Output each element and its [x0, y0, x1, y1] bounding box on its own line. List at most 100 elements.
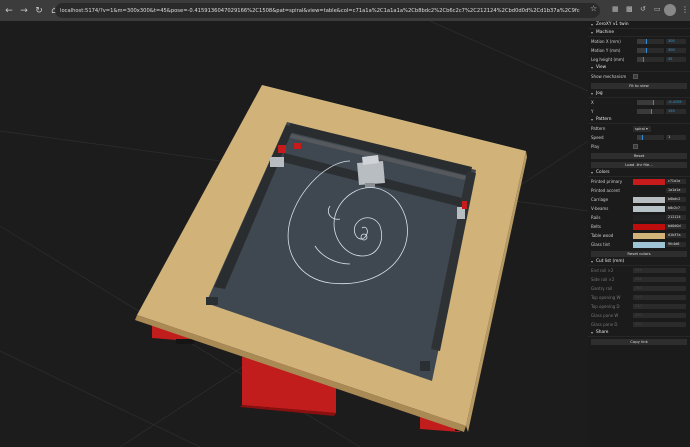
color-row: Printed accent 1a1a1a: [588, 186, 690, 195]
color-hex-input[interactable]: bd0d0d: [666, 224, 686, 229]
cutlist-label: Top opening W: [591, 295, 621, 300]
slider-row: Y 150: [588, 107, 690, 116]
slider-thumb[interactable]: [645, 39, 647, 44]
section-cutlist[interactable]: ▾ Cut list (mm): [588, 258, 690, 266]
color-hex-input[interactable]: d1b37a: [666, 233, 686, 238]
value-input[interactable]: 45: [666, 57, 686, 62]
reload-icon[interactable]: ↻: [33, 5, 45, 17]
show-mechanism-row: Show mechanism: [588, 72, 690, 81]
color-row: Carriage b8bdc2: [588, 195, 690, 204]
color-swatch[interactable]: [633, 214, 665, 221]
value-input[interactable]: 150: [666, 109, 686, 114]
color-label: Carriage: [591, 197, 609, 202]
section-label: Cut list (mm): [596, 259, 625, 264]
puzzle-icon[interactable]: ▩: [626, 5, 634, 13]
bookmark-star-icon[interactable]: ☆: [590, 4, 597, 13]
value-slider[interactable]: [637, 57, 664, 62]
row-label: Motion Y (mm): [591, 48, 621, 53]
pattern-select[interactable]: spiral ▾: [633, 125, 651, 132]
scene-svg: [0, 21, 588, 447]
section-pattern[interactable]: ▾ Pattern: [588, 116, 690, 124]
color-swatch[interactable]: [633, 205, 665, 212]
load-file-button[interactable]: Load .thr file...: [591, 161, 687, 168]
slider-fill: [637, 100, 653, 105]
color-hex-input[interactable]: b6c2c7: [666, 206, 686, 211]
cutlist-label: Glass pane D: [591, 322, 618, 327]
fit-to-view-button[interactable]: Fit to view: [591, 82, 687, 89]
copy-link-button[interactable]: Copy link: [591, 338, 687, 345]
play-checkbox[interactable]: [633, 144, 638, 149]
color-row: Rails 212124: [588, 213, 690, 222]
section-label: Colors: [596, 170, 610, 175]
speed-slider-thumb[interactable]: [642, 135, 644, 140]
load-row: Load .thr file...: [588, 160, 690, 169]
value-slider[interactable]: [637, 100, 664, 105]
cutlist-row: Side rail ×2 384: [588, 275, 690, 284]
cutlist-value: 350: [633, 322, 686, 327]
avatar[interactable]: [664, 4, 676, 16]
speed-value[interactable]: 1: [666, 135, 686, 140]
value-input[interactable]: -0.4159: [666, 100, 686, 105]
extension-icon[interactable]: ▦: [612, 5, 620, 13]
color-hex-input[interactable]: 1a1a1a: [666, 188, 686, 193]
section-share[interactable]: ▾ Share: [588, 329, 690, 337]
value-slider[interactable]: [637, 109, 664, 114]
section-view[interactable]: ▾ View: [588, 64, 690, 72]
show-mechanism-checkbox[interactable]: [633, 74, 638, 79]
back-icon[interactable]: ←: [3, 5, 15, 17]
color-swatch[interactable]: [633, 223, 665, 230]
cutlist-row: Glass pane W 350: [588, 311, 690, 320]
history-icon[interactable]: ↺: [640, 5, 648, 13]
forward-icon[interactable]: →: [18, 5, 30, 17]
slider-thumb[interactable]: [642, 57, 644, 62]
slider-fill: [637, 109, 651, 114]
3d-viewport[interactable]: [0, 21, 588, 447]
sidebar-icon[interactable]: ▭: [654, 5, 662, 13]
cutlist-row: Glass pane D 350: [588, 320, 690, 329]
play-row: Play: [588, 142, 690, 151]
reset-colors-button[interactable]: Reset colors: [591, 250, 687, 257]
reset-button[interactable]: Reset: [591, 152, 687, 159]
row-label: X: [591, 100, 594, 105]
color-hex-input[interactable]: 212124: [666, 215, 686, 220]
value-input[interactable]: 300: [666, 39, 686, 44]
color-hex-input[interactable]: c71a1a: [666, 179, 686, 184]
slider-row: Motion Y (mm) 300: [588, 46, 690, 55]
menu-icon[interactable]: ⋮: [681, 5, 689, 14]
address-bar[interactable]: localhost:5174/?v=1&m=300x300&t=45&pose=…: [55, 3, 600, 18]
cutlist-label: Gantry rail: [591, 286, 613, 291]
color-swatch[interactable]: [633, 241, 665, 248]
section-colors[interactable]: ▾ Colors: [588, 169, 690, 177]
speed-slider[interactable]: [637, 135, 664, 140]
color-hex-input[interactable]: b8bdc2: [666, 197, 686, 202]
panel-title-text: ZeroXY v1 twin: [596, 22, 629, 27]
color-hex-input[interactable]: 9fc4d6: [666, 242, 686, 247]
color-swatch[interactable]: [633, 196, 665, 203]
value-slider[interactable]: [637, 39, 664, 44]
section-jog[interactable]: ▾ Jog: [588, 90, 690, 98]
cutlist-label: Side rail ×2: [591, 277, 615, 282]
value-slider[interactable]: [637, 48, 664, 53]
cutlist-value: 350: [633, 313, 686, 318]
section-machine[interactable]: ▾ Machine: [588, 29, 690, 37]
slider-thumb[interactable]: [650, 109, 652, 114]
pattern-label: Pattern: [591, 126, 606, 131]
pattern-row: Pattern spiral ▾: [588, 124, 690, 133]
color-row: Table wood d1b37a: [588, 231, 690, 240]
color-label: Printed accent: [591, 188, 620, 193]
color-row: Glass tint 9fc4d6: [588, 240, 690, 249]
jog-rows: X -0.4159 Y 150: [588, 98, 690, 116]
slider-row: Leg height (mm) 45: [588, 55, 690, 64]
play-label: Play: [591, 144, 600, 149]
cutlist-value: 424: [633, 268, 686, 273]
color-swatch[interactable]: [633, 187, 665, 194]
color-swatch[interactable]: [633, 232, 665, 239]
value-input[interactable]: 300: [666, 48, 686, 53]
slider-thumb[interactable]: [645, 48, 647, 53]
slider-thumb[interactable]: [652, 100, 654, 105]
glass-corner: [420, 361, 430, 371]
corner-block-red: [462, 201, 467, 209]
panel-title[interactable]: ▾ ZeroXY v1 twin: [588, 21, 690, 29]
color-swatch[interactable]: [633, 178, 665, 185]
color-label: Printed primary: [591, 179, 623, 184]
